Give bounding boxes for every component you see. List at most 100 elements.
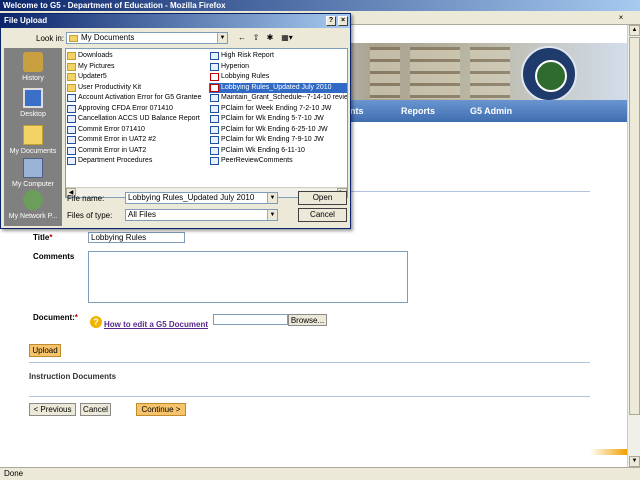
- document-icon: [67, 146, 76, 155]
- files-of-type-label: Files of type:: [67, 211, 113, 220]
- place-desktop[interactable]: Desktop: [4, 86, 62, 124]
- view-menu-icon[interactable]: ▦▾: [279, 32, 295, 44]
- file-list-item[interactable]: PClaim for Wk Ending 6-25-10 JW: [209, 125, 347, 135]
- up-folder-icon[interactable]: ⇧: [250, 32, 262, 44]
- dialog-cancel-button[interactable]: Cancel: [298, 208, 347, 222]
- place-label: Desktop: [20, 111, 46, 118]
- dialog-help-icon[interactable]: ?: [326, 16, 336, 26]
- cancel-button[interactable]: Cancel: [80, 403, 111, 416]
- scroll-down-icon[interactable]: ▼: [629, 456, 640, 467]
- file-name: Hyperion: [221, 62, 250, 70]
- file-name: Commit Error in UAT2 #2: [78, 136, 157, 143]
- file-list-item[interactable]: High Risk Report: [209, 51, 347, 61]
- document-icon: [67, 157, 76, 165]
- chevron-down-icon[interactable]: ▼: [267, 193, 277, 203]
- browser-status-bar: Done: [0, 467, 640, 480]
- document-icon: [210, 136, 219, 144]
- places-bar: History Desktop My Documents My Computer…: [4, 48, 62, 226]
- document-icon: [210, 157, 219, 165]
- nav-item-grants[interactable]: nts: [350, 100, 364, 122]
- file-list-item[interactable]: Lobbying Rules_Updated July 2010: [209, 82, 347, 93]
- file-list-item[interactable]: My Pictures: [66, 62, 208, 72]
- my-network-icon: [23, 190, 43, 210]
- place-label: My Computer: [11, 181, 54, 188]
- file-name: User Productivity Kit: [78, 83, 142, 91]
- document-icon: [210, 125, 219, 134]
- look-in-select[interactable]: My Documents ▼: [66, 32, 228, 44]
- file-list-item[interactable]: Department Procedures: [66, 156, 208, 166]
- desktop-icon: [23, 88, 43, 108]
- new-folder-icon[interactable]: ✱: [264, 32, 276, 44]
- file-name: Commit Error in UAT2: [78, 146, 147, 154]
- page-scrollbar[interactable]: ▲ ▼: [627, 25, 640, 467]
- title-input[interactable]: Lobbying Rules: [88, 232, 185, 243]
- back-icon[interactable]: ←: [236, 32, 248, 44]
- file-name: Approving CFDA Error 071410: [78, 104, 173, 112]
- browse-button[interactable]: Browse...: [288, 314, 327, 326]
- file-name: Department Procedures: [78, 157, 153, 164]
- place-history[interactable]: History: [4, 50, 62, 88]
- folder-icon: [69, 35, 78, 42]
- file-name: Cancellation ACCS UD Balance Report: [78, 115, 200, 122]
- place-my-network[interactable]: My Network P...: [4, 188, 62, 226]
- file-list-item[interactable]: Hyperion: [209, 62, 347, 72]
- file-list-item[interactable]: PClaim for Wk Ending 7-9-10 JW: [209, 135, 347, 145]
- file-list-item[interactable]: PClaim Wk Ending 6-11-10: [209, 146, 347, 156]
- nav-item-reports[interactable]: Reports: [401, 100, 435, 122]
- file-list-item[interactable]: User Productivity Kit: [66, 83, 208, 93]
- file-list-item[interactable]: PClaim for Wk Ending 5-7-10 JW: [209, 114, 347, 124]
- file-list-item[interactable]: Commit Error 071410: [66, 125, 208, 135]
- folder-icon: [67, 73, 76, 81]
- file-name: Commit Error 071410: [78, 125, 145, 133]
- bookshelf-image: [470, 47, 510, 99]
- document-path-input[interactable]: [213, 314, 288, 325]
- place-label: History: [22, 75, 44, 82]
- file-list-item[interactable]: Commit Error in UAT2: [66, 146, 208, 156]
- dialog-close-icon[interactable]: ×: [338, 16, 348, 26]
- browser-close-icon[interactable]: ×: [616, 13, 626, 23]
- files-of-type-select[interactable]: All Files ▼: [125, 209, 278, 221]
- scroll-up-icon[interactable]: ▲: [629, 25, 640, 36]
- file-list[interactable]: Downloads My Pictures Updater5 User Product…: [65, 48, 348, 198]
- file-list-item[interactable]: PClaim for Week Ending 7-2-10 JW: [209, 104, 347, 114]
- continue-button[interactable]: Continue >: [136, 403, 186, 416]
- file-list-item[interactable]: Updater5: [66, 72, 208, 82]
- file-list-item[interactable]: Maintain_Grant_Schedule--7-14-10 review: [209, 93, 347, 103]
- file-name: Lobbying Rules: [221, 73, 270, 80]
- scrollbar-thumb[interactable]: [629, 37, 640, 415]
- file-list-item[interactable]: Account Activation Error for G5 Grantee: [66, 93, 208, 103]
- document-icon: [67, 104, 76, 113]
- chevron-down-icon[interactable]: ▼: [267, 210, 277, 220]
- document-icon: [67, 125, 76, 134]
- file-list-item[interactable]: Approving CFDA Error 071410: [66, 104, 208, 114]
- folder-icon: [67, 62, 76, 71]
- file-list-item[interactable]: Lobbying Rules: [209, 72, 347, 82]
- comments-textarea[interactable]: [88, 251, 408, 303]
- place-label: My Documents: [9, 148, 57, 155]
- file-list-item[interactable]: Commit Error in UAT2 #2: [66, 135, 208, 145]
- bookshelf-image: [370, 47, 400, 99]
- history-icon: [23, 52, 43, 72]
- chevron-down-icon[interactable]: ▼: [217, 33, 227, 43]
- place-label: My Network P...: [8, 213, 58, 220]
- file-list-item[interactable]: Downloads: [66, 51, 208, 61]
- file-name: PClaim Wk Ending 6-11-10: [221, 146, 305, 154]
- file-name: PClaim for Wk Ending 6-25-10 JW: [221, 125, 328, 133]
- my-computer-icon: [23, 158, 43, 178]
- previous-button[interactable]: < Previous: [29, 403, 76, 416]
- edit-document-help-link[interactable]: How to edit a G5 Document: [104, 320, 208, 329]
- file-name-input[interactable]: Lobbying Rules_Updated July 2010 ▼: [125, 192, 278, 204]
- browser-title-bar: Welcome to G5 - Department of Education …: [0, 0, 640, 11]
- pdf-file-icon: [210, 83, 219, 92]
- open-button[interactable]: Open: [298, 191, 347, 205]
- file-upload-dialog: File Upload ? × Look in: My Documents ▼ …: [0, 13, 351, 229]
- file-list-item[interactable]: PeerReviewComments: [209, 156, 347, 166]
- section-divider: [29, 362, 590, 363]
- document-icon: [210, 104, 219, 113]
- file-name: Account Activation Error for G5 Grantee: [78, 94, 202, 101]
- nav-item-g5-admin[interactable]: G5 Admin: [470, 100, 512, 122]
- upload-button[interactable]: Upload: [29, 344, 61, 357]
- file-list-item[interactable]: Cancellation ACCS UD Balance Report: [66, 114, 208, 124]
- help-icon[interactable]: ?: [90, 316, 102, 328]
- title-label: Title*: [33, 233, 53, 242]
